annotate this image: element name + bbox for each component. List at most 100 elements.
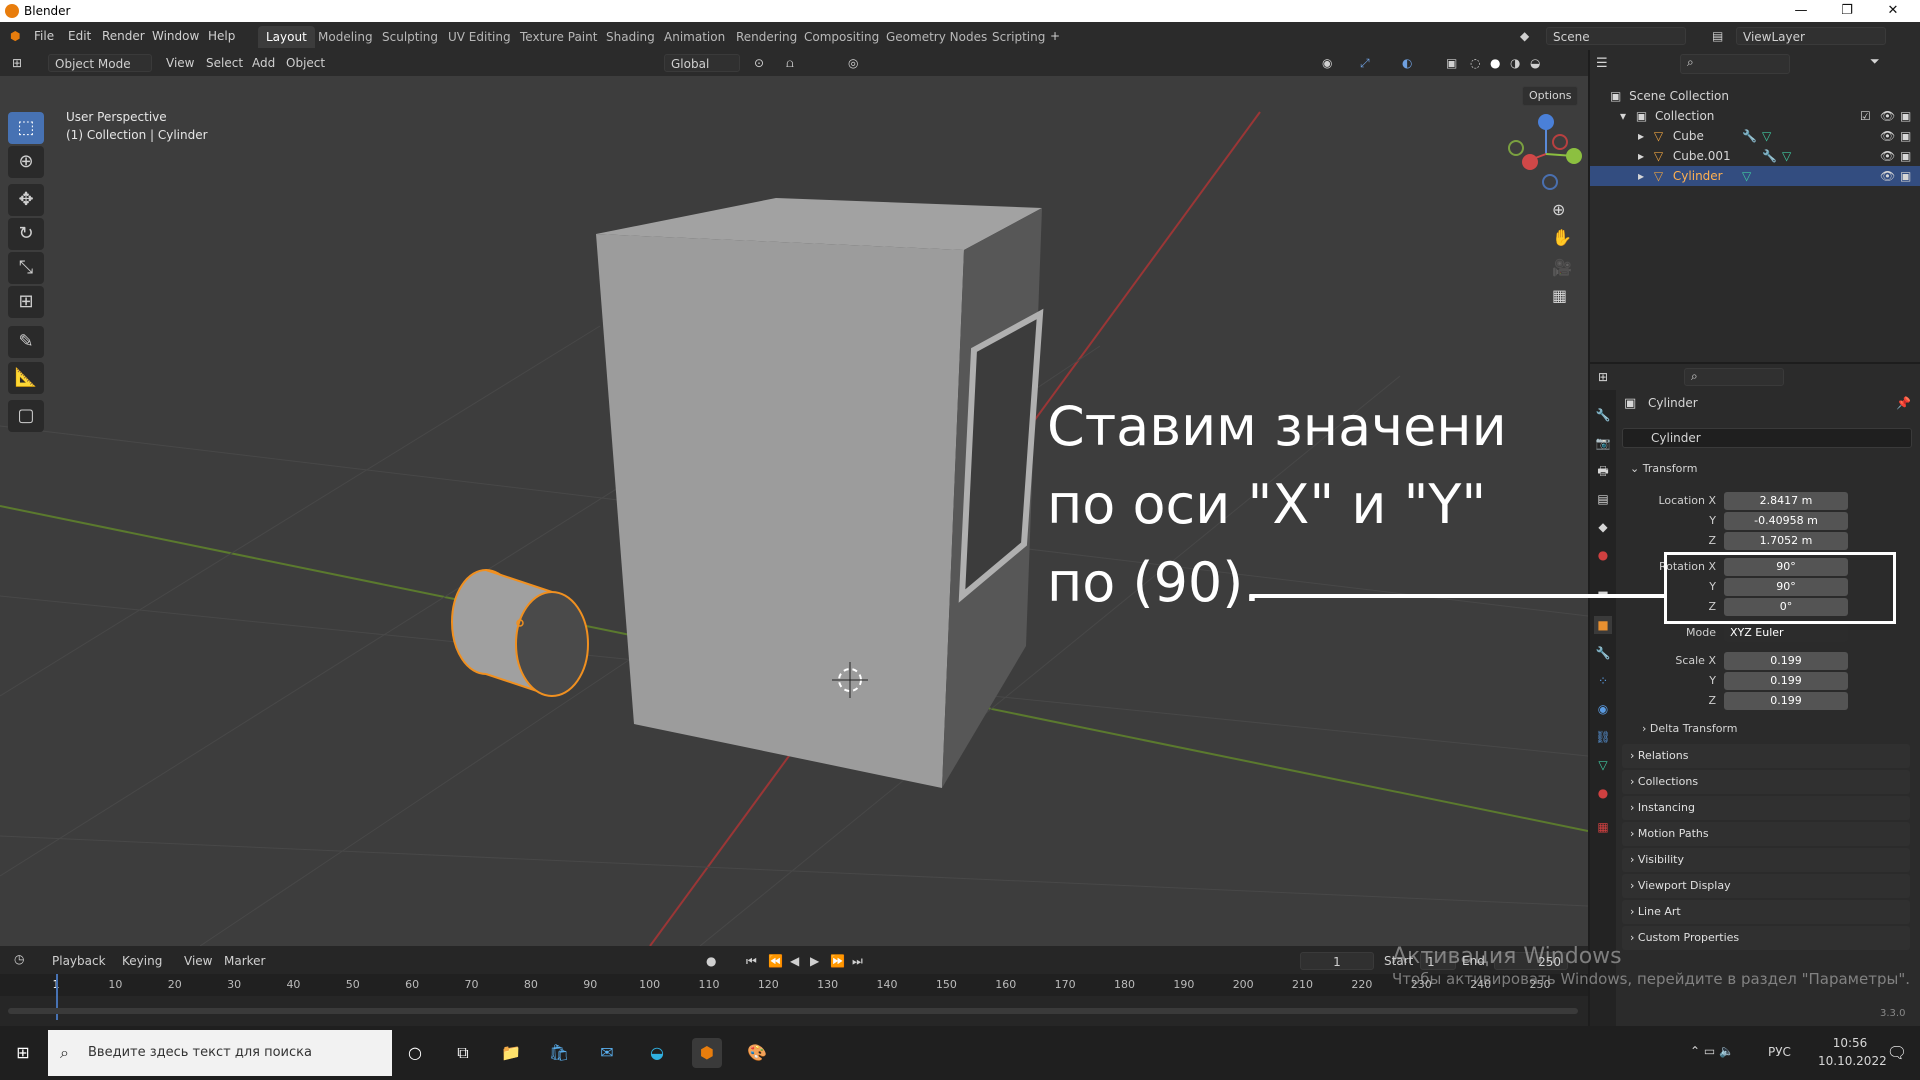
eye-icon[interactable]: 👁 [1880,166,1895,186]
rotate-tool-icon[interactable]: ↻ [8,218,44,250]
location-z-field[interactable]: 1.7052 m [1724,532,1848,550]
add-workspace-icon[interactable]: + [1050,29,1060,43]
transform-panel-header[interactable]: ⌄ Transform [1630,462,1697,475]
file-explorer-icon[interactable]: 📁 [496,1038,526,1068]
line-art-panel[interactable]: › Line Art [1622,900,1910,924]
measure-tool-icon[interactable]: 📐 [8,362,44,394]
mail-icon[interactable]: ✉ [592,1038,622,1068]
editor-type-icon[interactable]: ⊞ [12,54,22,72]
marker-menu[interactable]: Marker [224,952,265,970]
tab-animation[interactable]: Animation [656,26,733,48]
collections-panel[interactable]: › Collections [1622,770,1910,794]
move-tool-icon[interactable]: ✥ [8,184,44,216]
menu-object[interactable]: Object [286,54,325,72]
menu-help[interactable]: Help [208,29,235,43]
pin-icon[interactable]: 📌 [1896,396,1911,410]
frame-ruler[interactable]: 1102030405060708090100110120130140150160… [0,974,1588,996]
solid-shading-icon[interactable]: ● [1490,54,1500,72]
object-name-field[interactable]: Cylinder [1622,428,1912,448]
cortana-icon[interactable]: ○ [400,1038,430,1068]
outliner-search-input[interactable]: ⌕ [1680,54,1790,74]
record-icon[interactable]: ● [706,952,716,970]
tab-layout[interactable]: Layout [258,26,315,48]
task-view-icon[interactable]: ⧉ [448,1038,478,1068]
options-button[interactable]: Options [1522,86,1579,106]
taskbar-search-box[interactable]: ⌕ Введите здесь текст для поиска [48,1030,392,1076]
tab-geometry-nodes[interactable]: Geometry Nodes [878,26,995,48]
overlays-icon[interactable]: ◐ [1402,54,1412,72]
camera-icon[interactable]: ▣ [1900,126,1911,146]
keying-menu[interactable]: Keying [122,952,162,970]
rotation-mode-selector[interactable]: XYZ Euler [1724,624,1848,642]
scale-x-field[interactable]: 0.199 [1724,652,1848,670]
camera-icon[interactable]: ▣ [1900,106,1911,126]
perspective-toggle-icon[interactable]: ▦ [1552,286,1567,305]
render-tab-icon[interactable]: 📷 [1594,434,1612,452]
menu-render[interactable]: Render [102,29,145,43]
maximize-button[interactable]: ❐ [1824,0,1870,22]
tab-scripting[interactable]: Scripting [984,26,1053,48]
scale-y-field[interactable]: 0.199 [1724,672,1848,690]
mode-selector[interactable]: Object Mode [48,54,152,72]
tab-compositing[interactable]: Compositing [796,26,887,48]
expand-arrow-icon[interactable]: ▸ [1638,169,1644,183]
delta-transform-panel[interactable]: › Delta Transform [1642,722,1737,735]
zoom-icon[interactable]: ⊕ [1552,200,1565,219]
expand-arrow-icon[interactable]: ▸ [1638,149,1644,163]
checkbox-icon[interactable]: ☑ [1860,106,1871,126]
close-button[interactable]: ✕ [1870,0,1916,22]
location-y-field[interactable]: -0.40958 m [1724,512,1848,530]
rendered-shading-icon[interactable]: ◒ [1530,54,1540,72]
visibility-icon[interactable]: ◉ [1322,54,1332,72]
store-icon[interactable]: 🛍 [544,1038,574,1068]
outliner-editor-icon[interactable]: ☰ [1596,56,1608,71]
menu-select[interactable]: Select [206,54,243,72]
windows-start-icon[interactable]: ⊞ [8,1038,38,1068]
scale-tool-icon[interactable]: ⤡ [8,252,44,284]
properties-search-input[interactable]: ⌕ [1684,368,1784,386]
tab-uv-editing[interactable]: UV Editing [440,26,519,48]
filter-icon[interactable]: ⏷ [1870,54,1880,69]
tab-sculpting[interactable]: Sculpting [374,26,446,48]
camera-icon[interactable]: ▣ [1900,146,1911,166]
data-tab-icon[interactable]: ▽ [1594,756,1612,774]
expand-arrow-icon[interactable]: ▸ [1638,129,1644,143]
prev-keyframe-icon[interactable]: ⏪ [768,952,783,970]
play-icon[interactable]: ▶ [810,952,819,970]
camera-view-icon[interactable]: 🎥 [1552,258,1572,277]
tray-icons[interactable]: ⌃ ▭ 🔈 [1690,1044,1734,1058]
snap-icon[interactable]: ⩍ [786,54,794,72]
menu-window[interactable]: Window [152,29,199,43]
outliner-row-cube[interactable]: ▸ ▽ Cube 🔧 ▽ 👁 ▣ [1590,126,1920,146]
pivot-icon[interactable]: ⊙ [754,54,764,72]
select-box-tool-icon[interactable]: ⬚ [8,112,44,144]
current-frame-field[interactable]: 1 [1300,952,1374,970]
pan-hand-icon[interactable]: ✋ [1552,228,1572,247]
outliner-row-cylinder[interactable]: ▸ ▽ Cylinder ▽ 👁 ▣ [1590,166,1920,186]
jump-start-icon[interactable]: ⏮ [746,952,757,970]
scene-icon[interactable]: ◆ [1520,29,1529,43]
cursor-tool-icon[interactable]: ⊕ [8,146,44,178]
menu-file[interactable]: File [34,29,54,43]
timeline-editor-icon[interactable]: ◷ [14,952,24,966]
xray-icon[interactable]: ▣ [1446,54,1457,72]
outliner-row-collection[interactable]: ▾ ▣ Collection ☑ 👁 ▣ [1590,106,1920,126]
next-keyframe-icon[interactable]: ⏩ [830,952,845,970]
scale-z-field[interactable]: 0.199 [1724,692,1848,710]
custom-properties-panel[interactable]: › Custom Properties [1622,926,1910,950]
clock-time[interactable]: 10:56 [1818,1036,1882,1050]
wireframe-shading-icon[interactable]: ◌ [1470,54,1480,72]
tab-texture-paint[interactable]: Texture Paint [512,26,605,48]
viewlayer-selector[interactable]: ViewLayer [1736,27,1886,45]
outliner-row-scene-collection[interactable]: ▣ Scene Collection [1590,86,1920,106]
texture-tab-icon[interactable]: ▦ [1594,818,1612,836]
add-cube-tool-icon[interactable]: ▢ [8,400,44,432]
tab-modeling[interactable]: Modeling [310,26,381,48]
timeline-scrollbar[interactable] [8,1008,1578,1014]
minimize-button[interactable]: — [1778,0,1824,22]
gizmo-icon[interactable]: ⤢ [1360,54,1370,72]
eye-icon[interactable]: 👁 [1880,106,1895,126]
scene-selector[interactable]: Scene [1546,27,1686,45]
visibility-panel[interactable]: › Visibility [1622,848,1910,872]
expand-arrow-icon[interactable]: ▾ [1620,109,1626,123]
